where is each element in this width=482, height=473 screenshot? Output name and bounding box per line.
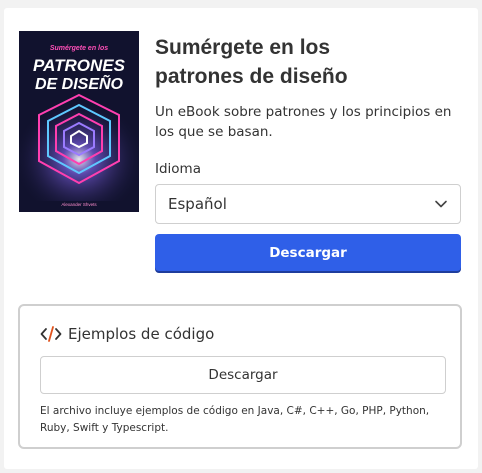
- language-selected-value: Español: [168, 195, 227, 213]
- download-code-button[interactable]: Descargar: [40, 356, 446, 394]
- code-examples-card: Ejemplos de código Descargar El archivo …: [18, 304, 462, 449]
- language-select[interactable]: Español: [155, 184, 461, 224]
- language-label: Idioma: [155, 161, 201, 177]
- download-book-button[interactable]: Descargar: [155, 234, 461, 271]
- book-cover-image: Sumérgete en los PATRONES DE DISEÑO Alex…: [19, 31, 139, 212]
- cover-title-line2: DE DISEÑO: [35, 73, 124, 93]
- chevron-down-icon: [435, 200, 447, 208]
- download-panel: Sumérgete en los PATRONES DE DISEÑO Alex…: [4, 8, 478, 469]
- code-examples-header: Ejemplos de código: [40, 325, 214, 343]
- cover-author: Alexander Shvets: [61, 202, 97, 207]
- book-title-line2: patrones de diseño: [155, 65, 348, 88]
- code-examples-note: El archivo incluye ejemplos de código en…: [40, 405, 430, 434]
- book-title-line1: Sumérgete en los: [155, 36, 331, 59]
- code-icon: [40, 326, 62, 342]
- book-description: Un eBook sobre patrones y los principios…: [155, 104, 452, 140]
- book-title: Sumérgete en los patrones de diseño: [155, 33, 465, 91]
- cover-title-line1: PATRONES: [33, 56, 126, 75]
- book-info: Sumérgete en los patrones de diseño Un e…: [155, 33, 465, 271]
- code-examples-title: Ejemplos de código: [68, 325, 215, 343]
- cover-tagline: Sumérgete en los: [50, 45, 108, 52]
